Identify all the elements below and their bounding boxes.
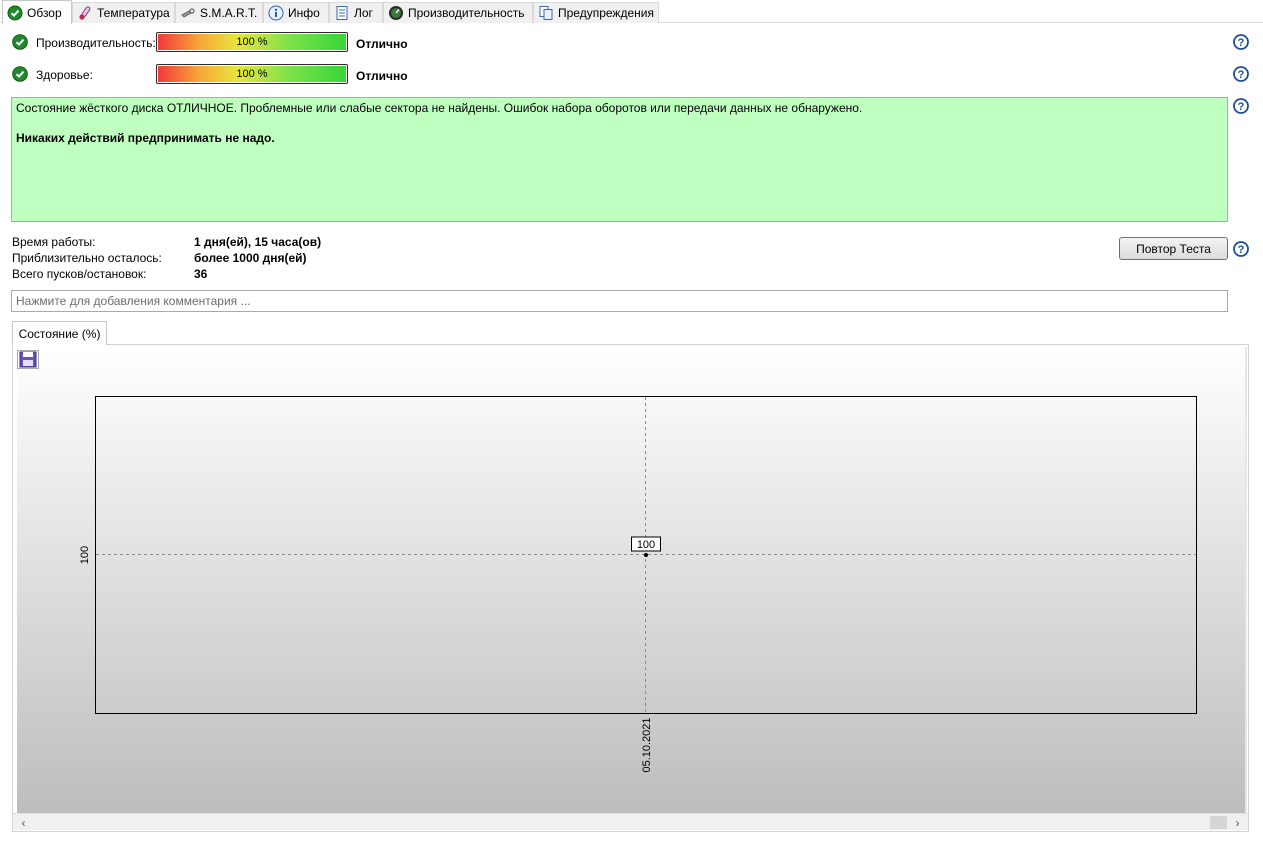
tab-strip: Обзор Температура S.M.A.R.T. Инфо Лог Пр…	[0, 0, 1263, 24]
retest-button[interactable]: Повтор Теста	[1119, 237, 1228, 260]
comment-input[interactable]	[11, 290, 1228, 312]
tab-label: Предупреждения	[558, 6, 654, 20]
tab-info[interactable]: Инфо	[263, 2, 329, 23]
check-circle-icon	[7, 5, 23, 20]
health-percent: 100 %	[236, 68, 268, 80]
retest-help-icon[interactable]: ?	[1233, 241, 1249, 257]
save-icon[interactable]	[17, 350, 39, 369]
svg-text:?: ?	[1238, 37, 1245, 49]
log-icon	[336, 6, 348, 20]
scroll-left-arrow[interactable]: ‹	[15, 814, 32, 831]
thermometer-icon	[79, 6, 91, 20]
uptime-value: 1 дня(ей), 15 часа(ов)	[194, 235, 322, 249]
smart-wrench-icon	[181, 8, 195, 18]
warnings-icon	[539, 6, 553, 20]
tab-temperature[interactable]: Температура	[72, 2, 175, 23]
chart-horizontal-scrollbar[interactable]: ‹ ›	[13, 813, 1248, 830]
performance-ok-icon	[12, 34, 28, 50]
gauge-icon	[389, 6, 403, 20]
tab-label: Обзор	[27, 5, 62, 20]
starts-value: 36	[194, 267, 208, 281]
tab-label: Производительность	[408, 6, 525, 20]
health-help-icon[interactable]: ?	[1233, 66, 1249, 82]
remaining-label: Приблизительно осталось:	[12, 251, 162, 265]
health-bar: 100 %	[156, 64, 348, 84]
chart-panel	[12, 344, 1249, 832]
tab-overview[interactable]: Обзор	[2, 0, 72, 24]
health-label: Здоровье:	[36, 68, 93, 82]
performance-help-icon[interactable]: ?	[1233, 34, 1249, 50]
performance-percent: 100 %	[236, 36, 268, 48]
starts-label: Всего пусков/остановок:	[12, 267, 147, 281]
uptime-label: Время работы:	[12, 235, 96, 249]
chart-tab-label: Состояние (%)	[18, 326, 101, 341]
chart-background	[17, 348, 1246, 814]
tab-label: S.M.A.R.T.	[200, 6, 258, 20]
tab-label: Лог	[354, 6, 373, 20]
tab-log[interactable]: Лог	[329, 2, 383, 23]
message-help-icon[interactable]: ?	[1233, 98, 1249, 114]
svg-text:?: ?	[1238, 69, 1245, 81]
tab-label: Инфо	[288, 6, 320, 20]
health-rating: Отлично	[356, 69, 408, 83]
performance-bar: 100 %	[156, 32, 348, 52]
status-message-box: Состояние жёсткого диска ОТЛИЧНОЕ. Пробл…	[11, 97, 1228, 222]
chart-panel-edge	[1245, 347, 1247, 813]
tab-warnings[interactable]: Предупреждения	[533, 2, 659, 23]
remaining-value: более 1000 дня(ей)	[194, 251, 307, 265]
tab-performance[interactable]: Производительность	[383, 2, 533, 23]
scroll-right-arrow[interactable]: ›	[1229, 814, 1246, 831]
svg-text:?: ?	[1238, 244, 1245, 256]
performance-label: Производительность:	[36, 36, 156, 50]
tab-label: Температура	[97, 6, 170, 20]
scroll-thumb[interactable]	[1210, 816, 1227, 829]
svg-text:?: ?	[1238, 101, 1245, 113]
performance-rating: Отлично	[356, 37, 408, 51]
info-icon	[268, 5, 284, 21]
performance-bar-fill: 100 %	[158, 34, 346, 50]
status-message-text: Состояние жёсткого диска ОТЛИЧНОЕ. Пробл…	[16, 101, 863, 115]
health-ok-icon	[12, 66, 28, 82]
tab-health-chart[interactable]: Состояние (%)	[12, 321, 107, 345]
tab-smart[interactable]: S.M.A.R.T.	[175, 2, 263, 23]
status-recommendation-text: Никаких действий предпринимать не надо.	[16, 131, 275, 145]
health-bar-fill: 100 %	[158, 66, 346, 82]
